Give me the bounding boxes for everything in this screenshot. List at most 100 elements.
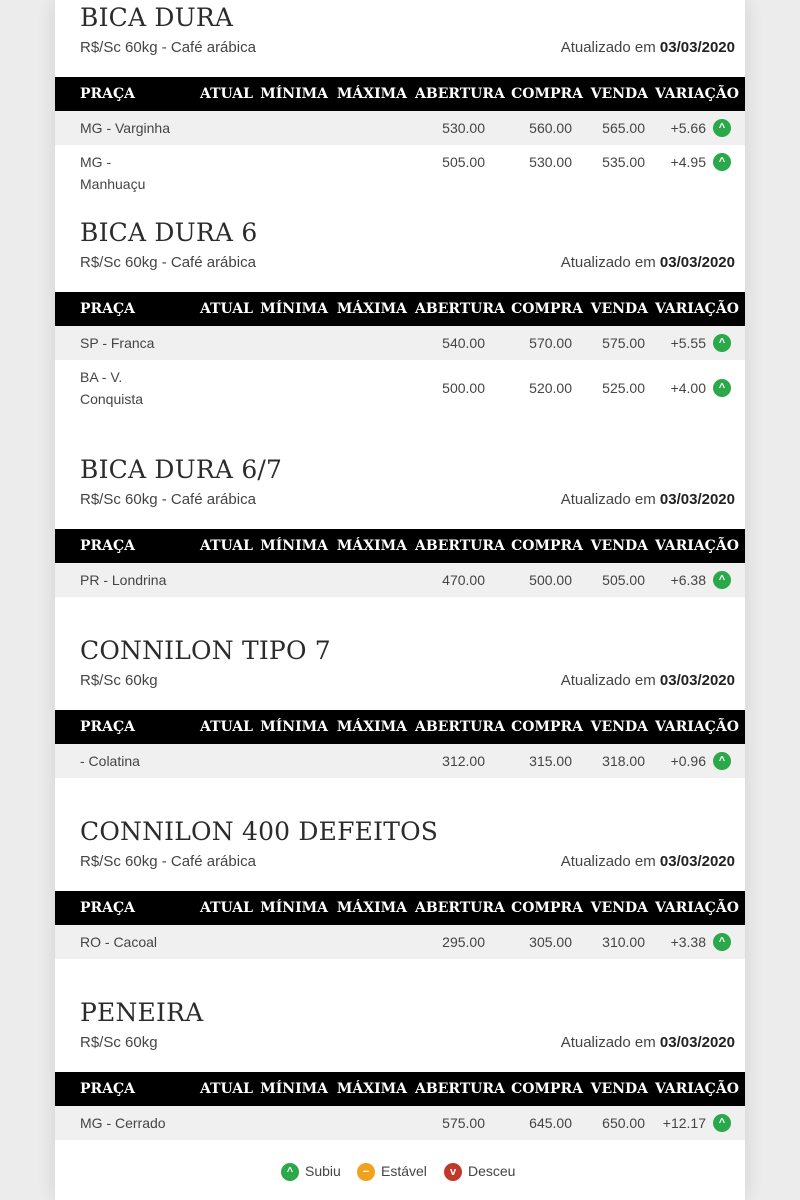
cell-abertura: 575.00 bbox=[442, 1115, 485, 1131]
quotes-page: BICA DURA R$/Sc 60kg - Café arábica Atuali… bbox=[55, 0, 745, 1200]
section-title: CONNILON 400 DEFEITOS bbox=[80, 817, 439, 846]
up-icon: ^ bbox=[713, 153, 731, 171]
column-header: VENDA bbox=[590, 900, 648, 916]
updated-date-value: 03/03/2020 bbox=[659, 39, 735, 56]
cell-compra: 520.00 bbox=[529, 380, 572, 396]
legend-label: Estável bbox=[381, 1163, 427, 1179]
column-header: VARIAÇÃO bbox=[655, 1081, 739, 1097]
up-icon: ^ bbox=[713, 119, 731, 137]
column-header: ABERTURA bbox=[415, 301, 505, 317]
section-title: BICA DURA 6 bbox=[80, 218, 258, 247]
column-header: MÁXIMA bbox=[336, 1081, 407, 1097]
column-header: PRAÇA bbox=[80, 538, 136, 554]
cell-compra: 305.00 bbox=[529, 934, 572, 950]
up-icon: ^ bbox=[713, 933, 731, 951]
updated-date-value: 03/03/2020 bbox=[659, 672, 735, 689]
updated-date-value: 03/03/2020 bbox=[659, 853, 735, 870]
cell-compra: 500.00 bbox=[529, 572, 572, 588]
column-header: MÍNIMA bbox=[260, 86, 328, 102]
cell-variacao: +5.55 bbox=[670, 335, 706, 351]
column-header: VENDA bbox=[590, 1081, 648, 1097]
section-title: CONNILON TIPO 7 bbox=[80, 636, 331, 665]
cell-abertura: 470.00 bbox=[442, 572, 485, 588]
column-header: PRAÇA bbox=[80, 86, 136, 102]
section-subtitle: R$/Sc 60kg bbox=[80, 672, 158, 689]
column-header: MÁXIMA bbox=[336, 719, 407, 735]
column-header: ATUAL bbox=[200, 719, 253, 735]
table-row: - Colatina 312.00 315.00 318.00 +0.96 ^ bbox=[55, 744, 745, 778]
table-row: MG - Manhuaçu 505.00 530.00 535.00 +4.95 ^ bbox=[55, 145, 745, 192]
updated-label: Atualizado em bbox=[560, 254, 656, 271]
column-header: COMPRA bbox=[511, 86, 583, 102]
cell-variacao: +6.38 bbox=[670, 572, 706, 588]
updated-date: Atualizado em 03/03/2020 bbox=[561, 853, 735, 870]
stable-icon: − bbox=[357, 1163, 375, 1182]
place-name: MG - Varginha bbox=[80, 120, 170, 136]
table-row: RO - Cacoal 295.00 305.00 310.00 +3.38 ^ bbox=[55, 925, 745, 959]
updated-label: Atualizado em bbox=[560, 853, 656, 870]
down-icon: v bbox=[444, 1163, 462, 1182]
table-row: SP - Franca 540.00 570.00 575.00 +5.55 ^ bbox=[55, 326, 745, 360]
up-icon: ^ bbox=[713, 334, 731, 352]
legend-item: − Estável bbox=[357, 1163, 427, 1183]
column-header: PRAÇA bbox=[80, 301, 136, 317]
column-header: ABERTURA bbox=[415, 1081, 505, 1097]
column-header: VARIAÇÃO bbox=[655, 301, 739, 317]
section-title: BICA DURA 6/7 bbox=[80, 455, 283, 484]
updated-date-value: 03/03/2020 bbox=[659, 254, 735, 271]
column-header: ATUAL bbox=[200, 1081, 253, 1097]
updated-date-value: 03/03/2020 bbox=[659, 1034, 735, 1051]
column-header: MÁXIMA bbox=[336, 301, 407, 317]
section-title: PENEIRA bbox=[80, 998, 204, 1027]
cell-variacao: +4.95 bbox=[670, 154, 706, 170]
cell-compra: 315.00 bbox=[529, 753, 572, 769]
place-name: SP - Franca bbox=[80, 335, 155, 351]
table-header: PRAÇA ATUAL MÍNIMA MÁXIMA ABERTURA COMPRA VEND… bbox=[55, 1072, 745, 1106]
column-header: PRAÇA bbox=[80, 1081, 136, 1097]
up-icon: ^ bbox=[713, 379, 731, 397]
column-header: VENDA bbox=[590, 301, 648, 317]
cell-compra: 530.00 bbox=[529, 154, 572, 170]
column-header: VENDA bbox=[590, 719, 648, 735]
legend-label: Desceu bbox=[468, 1163, 516, 1179]
section-subtitle: R$/Sc 60kg bbox=[80, 1034, 158, 1051]
column-header: COMPRA bbox=[511, 538, 583, 554]
updated-date: Atualizado em 03/03/2020 bbox=[561, 491, 735, 508]
column-header: COMPRA bbox=[511, 301, 583, 317]
column-header: COMPRA bbox=[511, 719, 583, 735]
table-header: PRAÇA ATUAL MÍNIMA MÁXIMA ABERTURA COMPRA VEND… bbox=[55, 77, 745, 111]
cell-abertura: 500.00 bbox=[442, 380, 485, 396]
cell-abertura: 312.00 bbox=[442, 753, 485, 769]
cell-abertura: 295.00 bbox=[442, 934, 485, 950]
legend-item: ^ Subiu bbox=[281, 1163, 341, 1183]
section-subtitle: R$/Sc 60kg - Café arábica bbox=[80, 491, 256, 508]
column-header: PRAÇA bbox=[80, 719, 136, 735]
updated-label: Atualizado em bbox=[560, 672, 656, 689]
column-header: MÍNIMA bbox=[260, 900, 328, 916]
cell-abertura: 530.00 bbox=[442, 120, 485, 136]
column-header: ATUAL bbox=[200, 900, 253, 916]
legend: ^ Subiu − Estável v Desceu bbox=[55, 1163, 745, 1185]
cell-abertura: 540.00 bbox=[442, 335, 485, 351]
table-header: PRAÇA ATUAL MÍNIMA MÁXIMA ABERTURA COMPRA VEND… bbox=[55, 292, 745, 326]
updated-label: Atualizado em bbox=[560, 39, 656, 56]
legend-label: Subiu bbox=[305, 1163, 341, 1179]
cell-variacao: +5.66 bbox=[670, 120, 706, 136]
up-icon: ^ bbox=[281, 1163, 299, 1182]
section-subtitle: R$/Sc 60kg - Café arábica bbox=[80, 254, 256, 271]
column-header: ABERTURA bbox=[415, 900, 505, 916]
column-header: MÁXIMA bbox=[336, 538, 407, 554]
column-header: ABERTURA bbox=[415, 719, 505, 735]
cell-abertura: 505.00 bbox=[442, 154, 485, 170]
updated-date: Atualizado em 03/03/2020 bbox=[561, 1034, 735, 1051]
table-row: PR - Londrina 470.00 500.00 505.00 +6.38 ^ bbox=[55, 563, 745, 597]
column-header: VARIAÇÃO bbox=[655, 900, 739, 916]
column-header: ATUAL bbox=[200, 538, 253, 554]
place-name: BA - V. Conquista bbox=[80, 369, 144, 407]
section-subtitle: R$/Sc 60kg - Café arábica bbox=[80, 853, 256, 870]
column-header: PRAÇA bbox=[80, 900, 136, 916]
column-header: MÍNIMA bbox=[260, 301, 328, 317]
column-header: ABERTURA bbox=[415, 86, 505, 102]
legend-item: v Desceu bbox=[444, 1163, 515, 1183]
column-header: VENDA bbox=[590, 86, 648, 102]
